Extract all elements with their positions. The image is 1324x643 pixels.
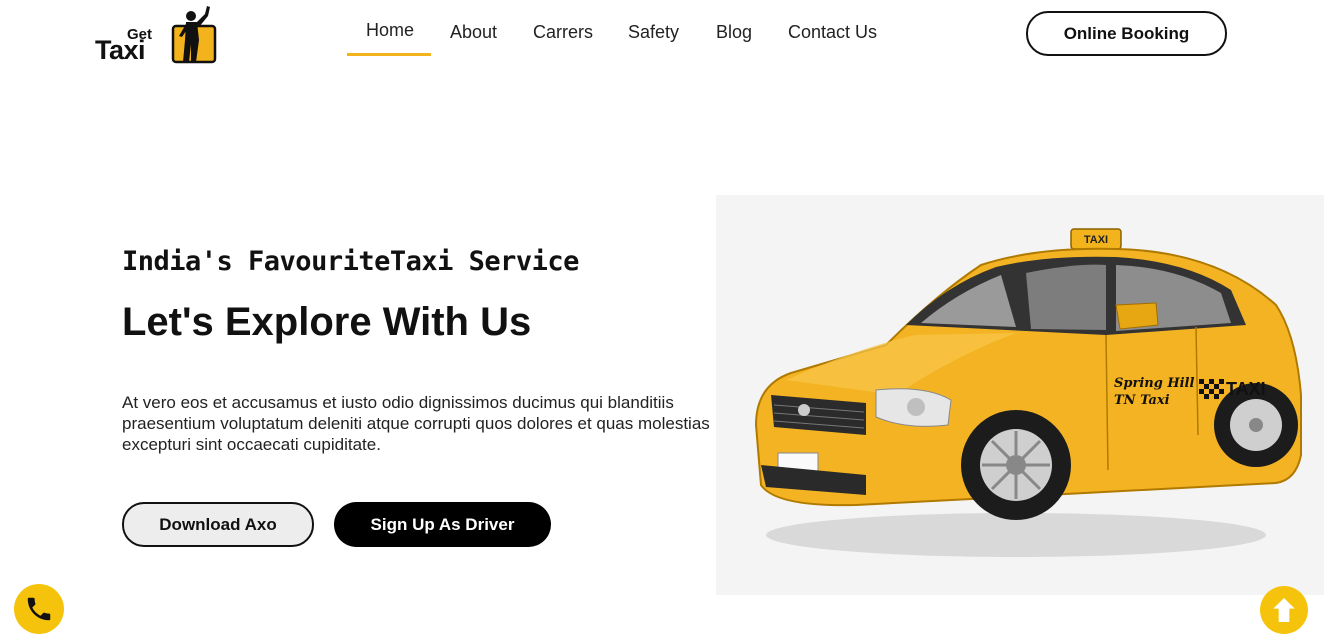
nav-item-blog[interactable]: Blog <box>716 22 752 43</box>
online-booking-button[interactable]: Online Booking <box>1026 11 1227 56</box>
hero-title: Let's Explore With Us <box>122 300 532 344</box>
call-button[interactable] <box>14 584 64 634</box>
nav-item-home[interactable]: Home <box>366 20 414 41</box>
page: Get Taxi Home About Carrers Safety Blog … <box>0 0 1324 643</box>
logo-text-taxi: Taxi <box>95 35 146 65</box>
download-app-button[interactable]: Download Axo <box>122 502 314 547</box>
nav-item-about[interactable]: About <box>450 22 497 43</box>
hero-taxi-image: TAXI Spring Hill TN Taxi TAXI <box>716 195 1324 595</box>
door-text-line2: TN Taxi <box>1114 393 1170 408</box>
door-badge-text: TAXI <box>1226 379 1266 399</box>
phone-icon <box>27 597 51 621</box>
nav-item-contact-us[interactable]: Contact Us <box>788 22 877 43</box>
nav-item-safety[interactable]: Safety <box>628 22 679 43</box>
nav-item-carrers[interactable]: Carrers <box>533 22 593 43</box>
taxi-car-illustration: TAXI Spring Hill TN Taxi TAXI <box>754 228 1302 557</box>
nav-active-indicator <box>347 53 431 56</box>
hero-subtitle: India's FavouriteTaxi Service <box>122 246 579 277</box>
logo[interactable]: Get Taxi <box>95 4 220 66</box>
person-waving-icon <box>171 6 217 64</box>
hero-description: At vero eos et accusamus et iusto odio d… <box>122 393 710 454</box>
roof-sign-text: TAXI <box>1084 234 1108 246</box>
arrow-up-icon <box>1273 598 1295 622</box>
sign-up-driver-button[interactable]: Sign Up As Driver <box>334 502 551 547</box>
door-text-line1: Spring Hill <box>1114 376 1194 391</box>
back-to-top-button[interactable] <box>1260 586 1308 634</box>
